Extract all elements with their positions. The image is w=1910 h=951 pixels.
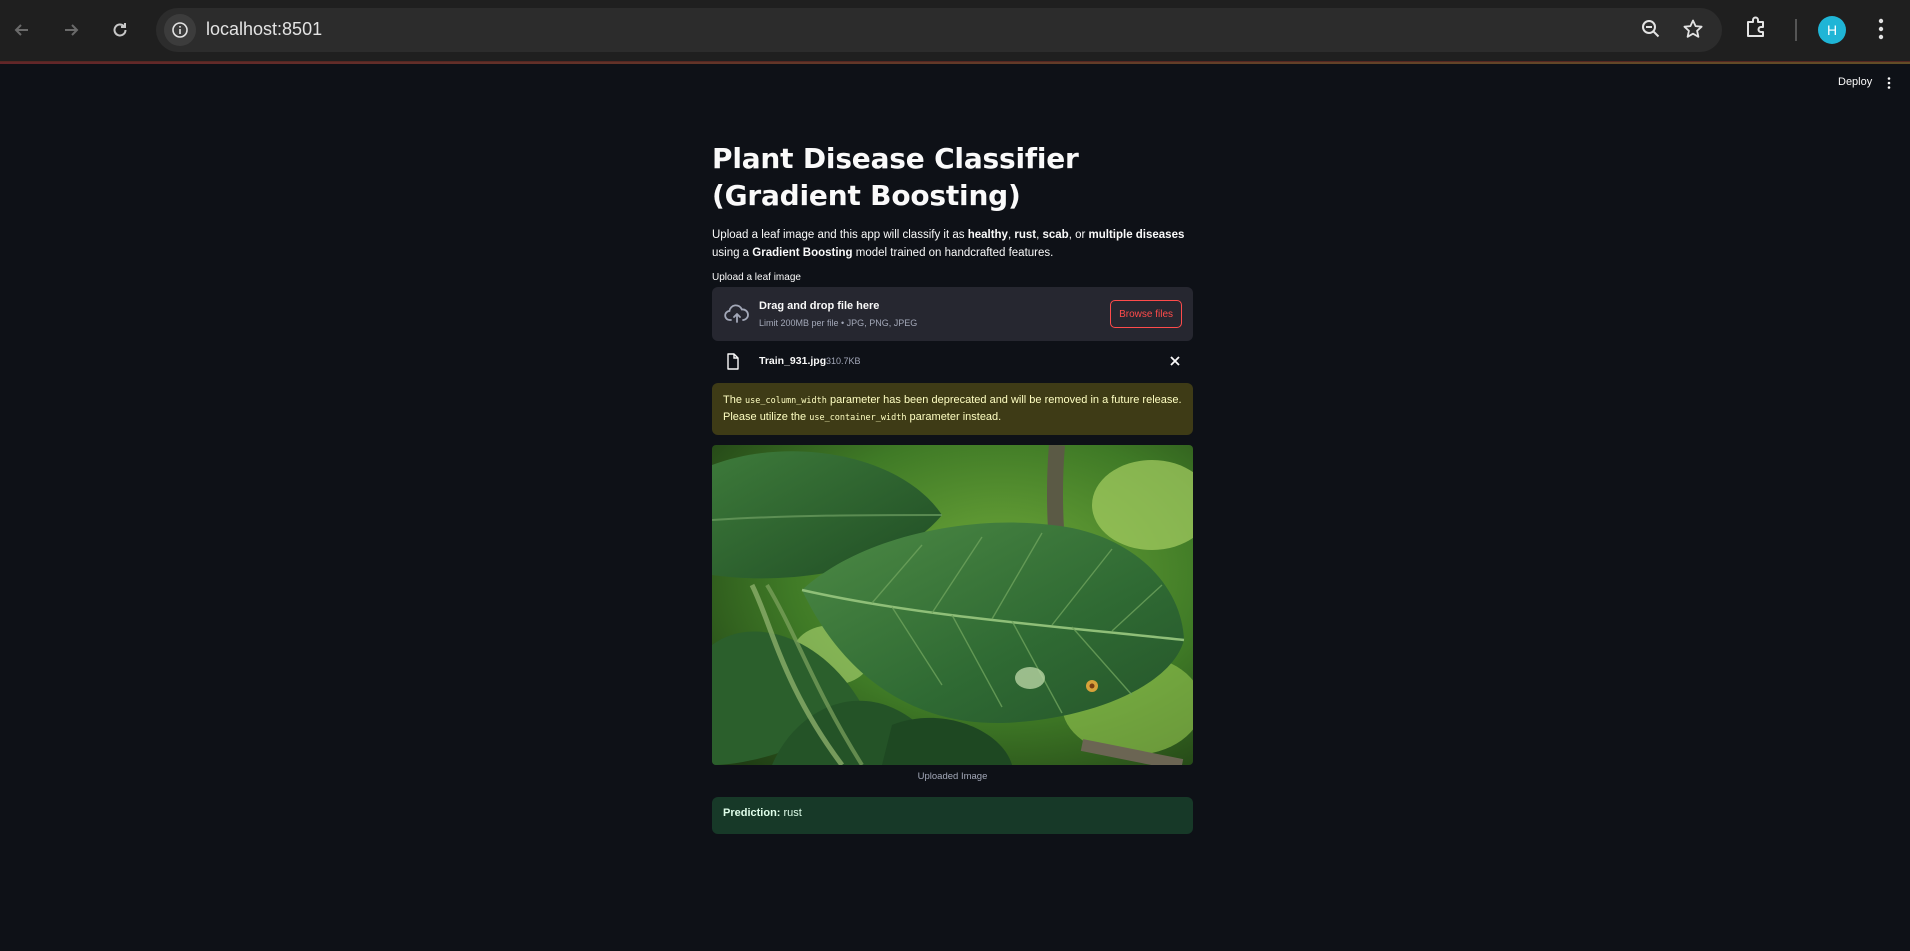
prediction-result: Prediction: rust — [712, 797, 1193, 834]
desc-text: , or — [1068, 229, 1089, 241]
toolbar-divider — [1795, 19, 1797, 41]
uploaded-leaf-image — [712, 445, 1193, 765]
warning-code: use_column_width — [745, 396, 827, 406]
warning-text: The — [723, 394, 746, 406]
browse-files-button[interactable]: Browse files — [1110, 300, 1182, 328]
image-caption: Uploaded Image — [917, 771, 988, 782]
zoom-out-icon — [1642, 20, 1660, 38]
dropzone-title: Drag and drop file here — [759, 300, 880, 312]
model-name: Gradient Boosting — [752, 247, 853, 259]
kebab-menu-icon — [1887, 77, 1891, 89]
site-info-button[interactable] — [164, 14, 196, 46]
label-multiple-diseases: multiple diseases — [1088, 229, 1185, 241]
kebab-menu-icon — [1878, 18, 1884, 40]
uploaded-file-row: Train_931.jpg 310.7KB — [712, 341, 1193, 383]
label-healthy: healthy — [967, 229, 1008, 241]
desc-text: model trained on handcrafted features. — [852, 247, 1054, 259]
header-decoration — [0, 62, 1910, 64]
main-block: Plant Disease Classifier (Gradient Boost… — [712, 140, 1193, 834]
info-icon — [172, 22, 188, 38]
desc-text: using a — [712, 247, 753, 259]
zoom-button[interactable] — [1640, 18, 1662, 45]
profile-avatar[interactable]: H — [1818, 16, 1846, 44]
prediction-label: Prediction: — [723, 807, 781, 819]
uploaded-file-size: 310.7KB — [826, 356, 861, 366]
browser-toolbar: localhost:8501 H — [0, 0, 1910, 62]
desc-text: Upload a leaf image and this app will cl… — [712, 229, 968, 241]
file-icon — [727, 353, 739, 370]
forward-button[interactable] — [53, 12, 89, 48]
dropzone-limit: Limit 200MB per file • JPG, PNG, JPEG — [759, 318, 918, 328]
close-icon[interactable] — [1169, 355, 1181, 367]
label-rust: rust — [1014, 229, 1037, 241]
deploy-button[interactable]: Deploy — [1838, 76, 1872, 88]
arrow-left-icon — [14, 24, 28, 36]
back-button[interactable] — [4, 12, 40, 48]
page-title: Plant Disease Classifier (Gradient Boost… — [712, 142, 1079, 212]
file-dropzone[interactable]: Drag and drop file here Limit 200MB per … — [712, 287, 1193, 341]
bookmark-button[interactable] — [1682, 18, 1704, 45]
app-description: Upload a leaf image and this app will cl… — [712, 226, 1193, 262]
warning-code: use_container_width — [809, 413, 907, 423]
warning-text: parameter instead. — [906, 411, 1002, 423]
prediction-value: rust — [783, 807, 802, 819]
label-scab: scab — [1042, 229, 1069, 241]
star-icon — [1683, 19, 1703, 38]
address-bar[interactable]: localhost:8501 — [156, 8, 1722, 52]
uploaded-file-name: Train_931.jpg — [759, 355, 827, 367]
extensions-button[interactable] — [1743, 14, 1769, 45]
cloud-upload-icon — [724, 304, 749, 323]
reload-button[interactable] — [102, 12, 138, 48]
arrow-right-icon — [65, 24, 79, 36]
uploader-label: Upload a leaf image — [712, 272, 801, 283]
url-text[interactable]: localhost:8501 — [206, 19, 322, 40]
puzzle-icon — [1747, 16, 1764, 37]
leaf-photo — [712, 445, 1193, 765]
app-menu-button[interactable] — [1884, 76, 1894, 95]
deprecation-warning: The use_column_width parameter has been … — [712, 383, 1193, 435]
reload-icon — [113, 23, 127, 37]
browser-menu-button[interactable] — [1870, 16, 1892, 47]
